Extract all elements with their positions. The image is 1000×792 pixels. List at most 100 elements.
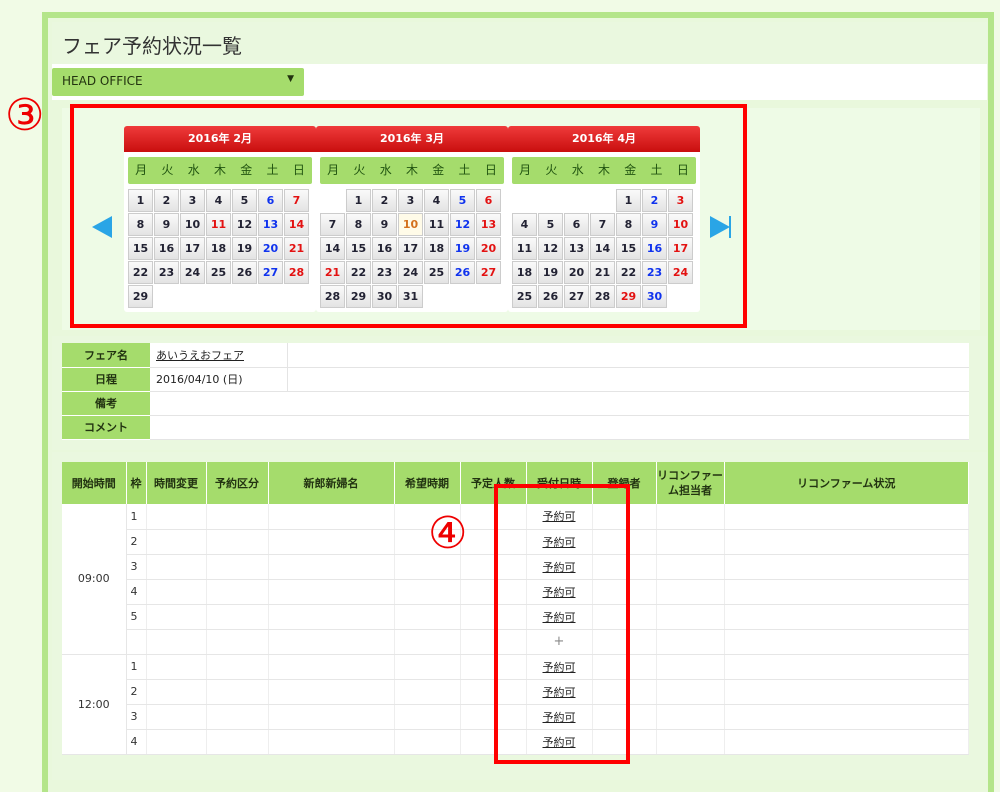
calendar-day[interactable]: 7: [590, 213, 615, 236]
calendar-day[interactable]: 3: [180, 189, 205, 212]
calendar-day[interactable]: 26: [538, 285, 563, 308]
slot-number: 1: [126, 504, 147, 530]
calendar-day[interactable]: 15: [346, 237, 371, 260]
calendar-day[interactable]: 22: [346, 261, 371, 284]
calendar-day[interactable]: 23: [154, 261, 179, 284]
calendar-day[interactable]: 8: [346, 213, 371, 236]
calendar-day[interactable]: 16: [642, 237, 667, 260]
calendar-day[interactable]: 23: [372, 261, 397, 284]
calendar-day[interactable]: 13: [564, 237, 589, 260]
calendar-day[interactable]: 14: [590, 237, 615, 260]
calendar-day[interactable]: 24: [398, 261, 423, 284]
calendar-day[interactable]: 29: [346, 285, 371, 308]
calendar-day[interactable]: 29: [128, 285, 153, 308]
calendar-day[interactable]: 13: [258, 213, 283, 236]
calendar-day[interactable]: 28: [320, 285, 345, 308]
calendar-day[interactable]: 9: [642, 213, 667, 236]
calendar-day[interactable]: 24: [668, 261, 693, 284]
calendar-day[interactable]: 11: [206, 213, 231, 236]
calendar-day[interactable]: 3: [668, 189, 693, 212]
calendar-day[interactable]: 12: [450, 213, 475, 236]
calendar-day[interactable]: 25: [206, 261, 231, 284]
calendar-day[interactable]: 5: [232, 189, 257, 212]
calendar-day[interactable]: 13: [476, 213, 501, 236]
calendar-day[interactable]: 17: [668, 237, 693, 260]
calendar-day[interactable]: 5: [538, 213, 563, 236]
calendar-day[interactable]: 17: [180, 237, 205, 260]
calendar-day[interactable]: 14: [284, 213, 309, 236]
calendar-day[interactable]: 2: [154, 189, 179, 212]
calendar-day[interactable]: 1: [346, 189, 371, 212]
calendar-day[interactable]: 4: [512, 213, 537, 236]
calendar-day[interactable]: 10: [668, 213, 693, 236]
calendar-day[interactable]: 27: [564, 285, 589, 308]
calendar-day[interactable]: 7: [320, 213, 345, 236]
calendar-day[interactable]: 28: [590, 285, 615, 308]
page-title: フェア予約状況一覧: [52, 22, 987, 64]
calendar-day[interactable]: 25: [424, 261, 449, 284]
calendar-day[interactable]: 22: [128, 261, 153, 284]
calendar-day[interactable]: 4: [424, 189, 449, 212]
calendar-day[interactable]: 2: [372, 189, 397, 212]
calendar-day[interactable]: 4: [206, 189, 231, 212]
calendar-day[interactable]: 26: [450, 261, 475, 284]
prev-month-arrow-icon[interactable]: [92, 216, 112, 238]
calendar-day[interactable]: 12: [232, 213, 257, 236]
calendar-day[interactable]: 9: [372, 213, 397, 236]
calendar-day[interactable]: 25: [512, 285, 537, 308]
calendar-day[interactable]: 10: [398, 213, 423, 236]
calendar-day[interactable]: 19: [450, 237, 475, 260]
calendar-day[interactable]: 19: [232, 237, 257, 260]
calendar-day[interactable]: 18: [512, 261, 537, 284]
calendar-day[interactable]: 9: [154, 213, 179, 236]
calendar-day[interactable]: 18: [206, 237, 231, 260]
calendar-day[interactable]: 22: [616, 261, 641, 284]
calendar-day[interactable]: 6: [564, 213, 589, 236]
calendar-day[interactable]: 27: [258, 261, 283, 284]
calendar-day[interactable]: 20: [564, 261, 589, 284]
weekday-row: 月火水木金土日: [124, 152, 316, 186]
calendar-day[interactable]: 30: [642, 285, 667, 308]
calendar-day[interactable]: 19: [538, 261, 563, 284]
calendar-day[interactable]: 7: [284, 189, 309, 212]
calendar-day[interactable]: 21: [320, 261, 345, 284]
calendar-day[interactable]: 16: [154, 237, 179, 260]
calendar-day[interactable]: 29: [616, 285, 641, 308]
calendar-day[interactable]: 6: [258, 189, 283, 212]
calendar-day[interactable]: 30: [372, 285, 397, 308]
calendar-day[interactable]: 28: [284, 261, 309, 284]
calendar-day[interactable]: 10: [180, 213, 205, 236]
office-select[interactable]: HEAD OFFICE ▼: [52, 68, 304, 96]
calendar-day[interactable]: 8: [616, 213, 641, 236]
calendar-day[interactable]: 3: [398, 189, 423, 212]
calendar-day[interactable]: 18: [424, 237, 449, 260]
calendar-day[interactable]: 21: [590, 261, 615, 284]
calendar-day[interactable]: 20: [476, 237, 501, 260]
calendar-day[interactable]: 5: [450, 189, 475, 212]
calendar-day[interactable]: 20: [258, 237, 283, 260]
calendar-day[interactable]: 12: [538, 237, 563, 260]
info-filler: [287, 367, 969, 392]
calendar-day[interactable]: 2: [642, 189, 667, 212]
calendar-day[interactable]: 6: [476, 189, 501, 212]
fair-name-link[interactable]: あいうえおフェア: [156, 349, 244, 362]
calendar-day[interactable]: 11: [512, 237, 537, 260]
calendar-day[interactable]: 1: [128, 189, 153, 212]
calendar-day[interactable]: 15: [616, 237, 641, 260]
calendar-day[interactable]: 15: [128, 237, 153, 260]
calendar-day[interactable]: 24: [180, 261, 205, 284]
weekday-row: 月火水木金土日: [316, 152, 508, 186]
calendar-day[interactable]: 26: [232, 261, 257, 284]
calendar-day[interactable]: 1: [616, 189, 641, 212]
calendar-day[interactable]: 16: [372, 237, 397, 260]
next-month-arrow-icon[interactable]: [710, 216, 730, 238]
calendar-day[interactable]: 27: [476, 261, 501, 284]
calendar-day[interactable]: 23: [642, 261, 667, 284]
calendar-day[interactable]: 31: [398, 285, 423, 308]
calendar-day[interactable]: 11: [424, 213, 449, 236]
start-time-cell: 09:00: [62, 504, 127, 655]
calendar-day[interactable]: 14: [320, 237, 345, 260]
calendar-day[interactable]: 21: [284, 237, 309, 260]
calendar-day[interactable]: 17: [398, 237, 423, 260]
calendar-day[interactable]: 8: [128, 213, 153, 236]
